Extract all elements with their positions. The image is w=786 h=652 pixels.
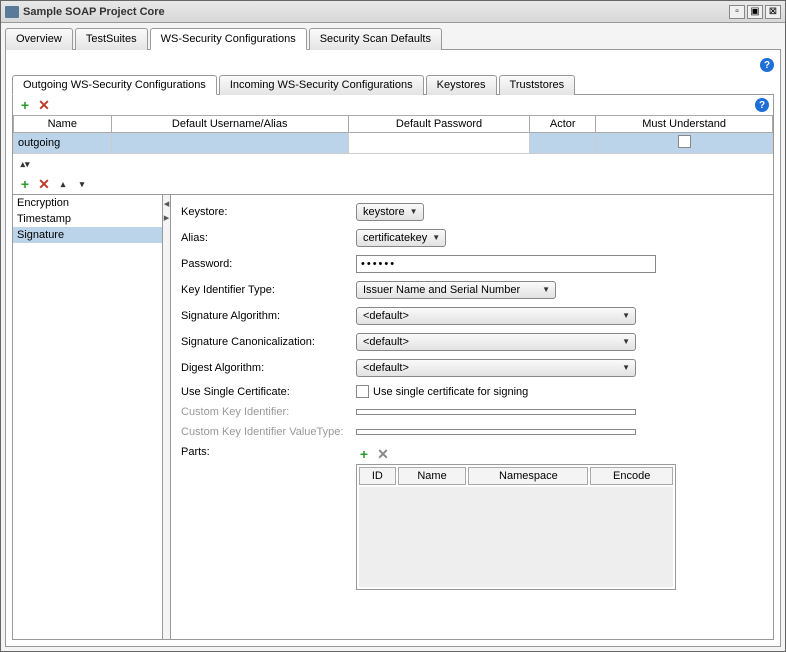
single-cert-checkbox[interactable] [356,385,369,398]
subtab-truststores[interactable]: Truststores [499,75,576,95]
alias-select[interactable]: certificatekey [356,229,446,247]
collapse-row: ▴▾ [13,154,773,174]
mustunderstand-checkbox[interactable] [678,135,691,148]
single-label: Use Single Certificate: [181,386,356,398]
split-pane: Encryption Timestamp Signature ◂▸ Keysto… [13,194,773,639]
keyid-label: Key Identifier Type: [181,284,356,296]
splitter[interactable]: ◂▸ [163,195,171,639]
cell-password[interactable] [348,133,529,154]
custval-input[interactable] [356,429,636,435]
chevron-left-icon: ◂ [164,197,170,210]
col-alias[interactable]: Default Username/Alias [111,116,348,133]
parts-label: Parts: [181,446,356,458]
col-mustunderstand[interactable]: Must Understand [596,116,773,133]
parts-col-encode[interactable]: Encode [590,467,673,485]
col-password[interactable]: Default Password [348,116,529,133]
outgoing-panel: + ✕ ? Name Default Username/Alias Defaul… [12,95,774,640]
project-window: Sample SOAP Project Core ▫ ▣ ⊠ Overview … [0,0,786,652]
chevron-right-icon: ▸ [164,211,170,224]
subtab-keystores[interactable]: Keystores [426,75,497,95]
tab-security-scan[interactable]: Security Scan Defaults [309,28,442,50]
password-label: Password: [181,258,356,270]
window-title: Sample SOAP Project Core [23,6,727,18]
add-part-icon[interactable]: + [356,446,372,462]
digest-label: Digest Algorithm: [181,362,356,374]
digest-select[interactable]: <default> [356,359,636,377]
keyid-select[interactable]: Issuer Name and Serial Number [356,281,556,299]
sub-tabs: Outgoing WS-Security Configurations Inco… [12,74,774,95]
remove-part-icon[interactable]: ✕ [375,446,391,462]
single-cert-text: Use single certificate for signing [373,386,528,398]
canon-label: Signature Canonicalization: [181,336,356,348]
password-input[interactable]: •••••• [356,255,656,273]
remove-config-icon[interactable]: ✕ [36,97,52,113]
cell-alias[interactable] [111,133,348,154]
help-icon[interactable]: ? [755,98,769,112]
custval-label: Custom Key Identifier ValueType: [181,426,356,438]
entry-signature[interactable]: Signature [13,227,162,243]
content-area: Overview TestSuites WS-Security Configur… [1,23,785,651]
add-config-icon[interactable]: + [17,97,33,113]
canon-select[interactable]: <default> [356,333,636,351]
close-button[interactable]: ⊠ [765,5,781,19]
help-row: ? [12,56,774,74]
col-actor[interactable]: Actor [530,116,596,133]
main-tabs: Overview TestSuites WS-Security Configur… [5,27,781,50]
tab-overview[interactable]: Overview [5,28,73,50]
parts-col-id[interactable]: ID [359,467,396,485]
sigalg-select[interactable]: <default> [356,307,636,325]
config-toolbar: + ✕ ? [13,95,773,115]
keystore-select[interactable]: keystore [356,203,424,221]
titlebar: Sample SOAP Project Core ▫ ▣ ⊠ [1,1,785,23]
tab-testsuites[interactable]: TestSuites [75,28,148,50]
help-icon[interactable]: ? [760,58,774,72]
alias-label: Alias: [181,232,356,244]
entry-list: Encryption Timestamp Signature [13,195,162,639]
ws-security-panel: ? Outgoing WS-Security Configurations In… [5,50,781,647]
add-entry-icon[interactable]: + [17,176,33,192]
cell-actor[interactable] [530,133,596,154]
cell-name[interactable]: outgoing [14,133,112,154]
move-up-icon[interactable]: ▴ [55,176,71,192]
table-row[interactable]: outgoing [14,133,773,154]
subtab-outgoing[interactable]: Outgoing WS-Security Configurations [12,75,217,95]
minimize-button[interactable]: ▫ [729,5,745,19]
entry-timestamp[interactable]: Timestamp [13,211,162,227]
signature-form: Keystore: keystore Alias: certificatekey… [171,195,773,639]
collapse-up-icon[interactable]: ▴▾ [17,156,33,172]
sigalg-label: Signature Algorithm: [181,310,356,322]
custkey-input[interactable] [356,409,636,415]
subtab-incoming[interactable]: Incoming WS-Security Configurations [219,75,424,95]
cell-mustunderstand[interactable] [596,133,773,154]
config-table: Name Default Username/Alias Default Pass… [13,115,773,154]
parts-col-namespace[interactable]: Namespace [468,467,588,485]
move-down-icon[interactable]: ▾ [74,176,90,192]
parts-empty-body [359,487,673,587]
parts-table: ID Name Namespace Encode [356,464,676,590]
maximize-button[interactable]: ▣ [747,5,763,19]
tab-ws-security[interactable]: WS-Security Configurations [150,28,307,50]
custkey-label: Custom Key Identifier: [181,406,356,418]
entry-encryption[interactable]: Encryption [13,195,162,211]
entry-toolbar: + ✕ ▴ ▾ [13,174,773,194]
entry-list-pane: Encryption Timestamp Signature [13,195,163,639]
keystore-label: Keystore: [181,206,356,218]
parts-col-name[interactable]: Name [398,467,467,485]
folder-icon [5,6,19,18]
remove-entry-icon[interactable]: ✕ [36,176,52,192]
col-name[interactable]: Name [14,116,112,133]
